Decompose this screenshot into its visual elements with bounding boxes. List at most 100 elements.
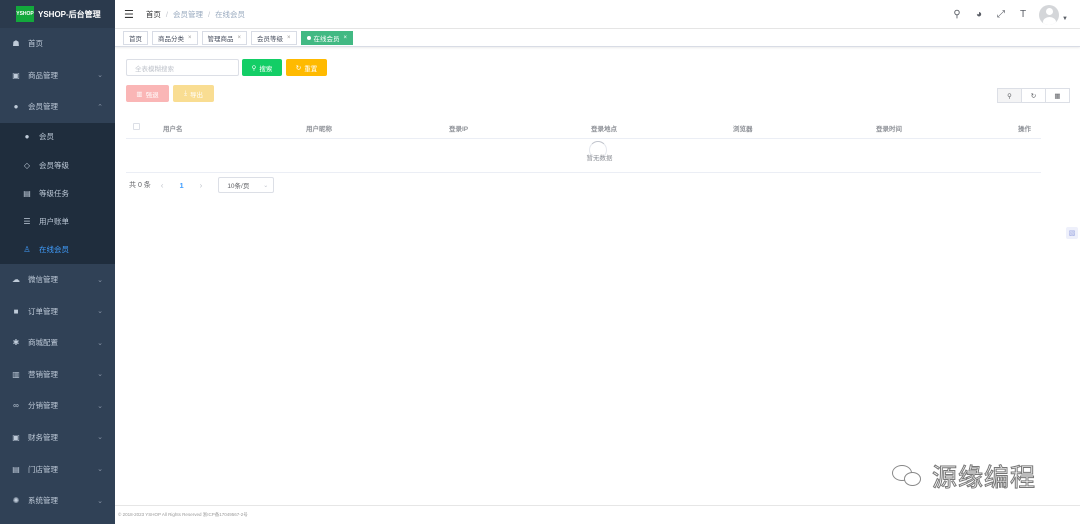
sidebar-item-label: 用户账单 [39,216,69,226]
sidebar-item-label: 会员管理 [28,102,58,112]
github-icon[interactable]: ◕ [973,9,985,20]
sidebar-item-label: 会员 [39,132,54,142]
search-icon: ⚲ [1007,92,1012,100]
sidebar-item-label: 财务管理 [28,432,58,442]
column-header: 登录IP [449,126,469,133]
goods-icon: ▣ [12,70,20,80]
sidebar-item-label: 在线会员 [39,245,69,255]
force-logout-label: 强退 [145,91,159,99]
sidebar-subitem-level[interactable]: ◇ 会员等级 [0,151,115,179]
chevron-down-icon: ⌄ [97,72,103,80]
tag-home[interactable]: 首页 [123,30,148,45]
total-count: 共 0 条 [129,182,151,189]
logo-mark: YSHOP [16,6,34,22]
sidebar-item-label: 分销管理 [28,401,58,411]
sidebar-item-orders[interactable]: ■ 订单管理 ⌄ [0,295,115,327]
online-user-icon: ♙ [23,245,31,255]
tag-manage-goods[interactable]: 管理商品 × [201,30,248,45]
breadcrumb-item[interactable]: 会员管理 [173,9,203,20]
refresh-button[interactable]: ↻ [1021,88,1046,103]
sidebar-item-store[interactable]: ▤ 门店管理 ⌄ [0,453,115,485]
search-button-label: 搜索 [259,65,273,73]
chevron-down-icon: ⌄ [97,466,103,474]
chevron-up-icon: ⌃ [97,103,103,111]
chevron-down-icon: ⌄ [97,497,103,505]
tags-view: 首页 商品分类 × 管理商品 × 会员等级 × 在线会员 × [115,29,1080,47]
close-icon[interactable]: × [287,35,291,41]
sidebar-item-home[interactable]: ☗ 首页 [0,28,115,60]
members-icon: ● [13,102,19,112]
chevron-down-icon: ⌄ [97,434,103,442]
page-size-select[interactable]: 10条/页 ⌄ [218,177,275,193]
empty-text: 暂无数据 [586,155,613,162]
level-icon: ◇ [23,160,31,170]
breadcrumb-separator: / [165,9,168,19]
select-all-checkbox[interactable] [133,123,140,130]
lock-icon: ■ [13,306,19,316]
close-icon[interactable]: × [344,35,348,41]
hamburger-icon[interactable]: ☰ [124,8,134,21]
store-icon: ▤ [12,464,20,474]
close-icon[interactable]: × [238,35,242,41]
column-header: 浏览器 [733,126,753,133]
chevron-down-icon: ⌄ [97,276,103,284]
app-title: YSHOP-后台管理 [38,9,101,19]
columns-button[interactable]: ▦ [1045,88,1070,103]
navbar-right: ⚲ ◕ ⤢ T ▼ [941,0,1068,29]
refresh-icon: ↻ [1030,92,1037,100]
caret-down-icon[interactable]: ▼ [1062,16,1068,22]
sidebar-item-mall-config[interactable]: ✱ 商城配置 ⌄ [0,327,115,359]
tag-online-member[interactable]: 在线会员 × [300,30,354,45]
sidebar-item-label: 商城配置 [28,338,58,348]
submenu-members: ● 会员 ◇ 会员等级 ▤ 等级任务 ☰ 用户账单 ♙ 在线会员 [0,122,115,264]
logo[interactable]: YSHOP YSHOP-后台管理 [0,0,115,28]
column-header: 操作 [1018,126,1031,133]
sidebar-item-marketing[interactable]: ▥ 营销管理 ⌄ [0,359,115,391]
force-logout-button[interactable]: ▥ 强退 [126,85,169,102]
tag-label: 管理商品 [207,35,234,43]
sidebar-subitem-bill[interactable]: ☰ 用户账单 [0,207,115,235]
tag-label: 商品分类 [158,35,184,43]
sidebar-item-wechat[interactable]: ☁ 微信管理 ⌄ [0,264,115,296]
user-icon: ● [24,132,30,142]
prev-page-icon[interactable]: ‹ [161,181,164,190]
sidebar-item-label: 商品管理 [28,70,58,80]
column-header: 用户昵称 [306,126,332,133]
search-icon[interactable]: ⚲ [951,9,963,20]
chevron-down-icon: ⌄ [263,182,269,189]
table-header: 用户名 用户昵称 登录IP 登录地点 浏览器 登录时间 操作 [126,116,1041,139]
navbar: ☰ 首页 / 会员管理 / 在线会员 ⚲ ◕ ⤢ T ▼ [115,0,1080,29]
tag-member-level[interactable]: 会员等级 × [251,30,297,45]
sidebar-subitem-task[interactable]: ▤ 等级任务 [0,179,115,207]
avatar[interactable] [1039,4,1060,25]
search-input[interactable]: 全表模糊搜索 [126,59,239,76]
page-number[interactable]: 1 [179,181,183,190]
close-icon[interactable]: × [188,35,192,41]
search-icon: ⚲ [251,64,257,72]
delete-icon: ▥ [136,90,143,98]
sidebar-subitem-online[interactable]: ♙ 在线会员 [0,236,115,264]
breadcrumb-item[interactable]: 首页 [146,9,161,20]
search-button[interactable]: ⚲ 搜索 [242,59,282,76]
tag-goods-category[interactable]: 商品分类 × [152,30,198,45]
reset-button-label: 重置 [304,65,318,73]
sidebar-item-finance[interactable]: ▣ 财务管理 ⌄ [0,422,115,454]
toggle-search-button[interactable]: ⚲ [997,88,1022,103]
sidebar-item-members[interactable]: ● 会员管理 ⌃ [0,91,115,123]
tag-label: 在线会员 [313,35,340,43]
task-icon: ▤ [23,188,31,198]
font-size-icon[interactable]: T [1017,9,1029,20]
export-button[interactable]: ⤓ 导出 [173,85,214,102]
gear-icon: ✱ [12,338,20,348]
sidebar-item-goods[interactable]: ▣ 商品管理 ⌄ [0,60,115,92]
sidebar-item-distribution[interactable]: ∞ 分销管理 ⌄ [0,390,115,422]
reset-button[interactable]: ↻ 重置 [286,59,327,76]
float-tool-icon[interactable]: ▧ [1066,227,1078,239]
column-header: 登录地点 [591,126,617,133]
fullscreen-icon[interactable]: ⤢ [995,9,1007,20]
sidebar-item-system[interactable]: ✺ 系统管理 ⌄ [0,485,115,517]
sidebar-subitem-member[interactable]: ● 会员 [0,123,115,151]
footer: © 2018-2023 YSHOP All Rights Reserved 浙I… [115,505,1080,524]
dashboard-icon: ☗ [12,39,20,49]
next-page-icon[interactable]: › [200,181,203,190]
